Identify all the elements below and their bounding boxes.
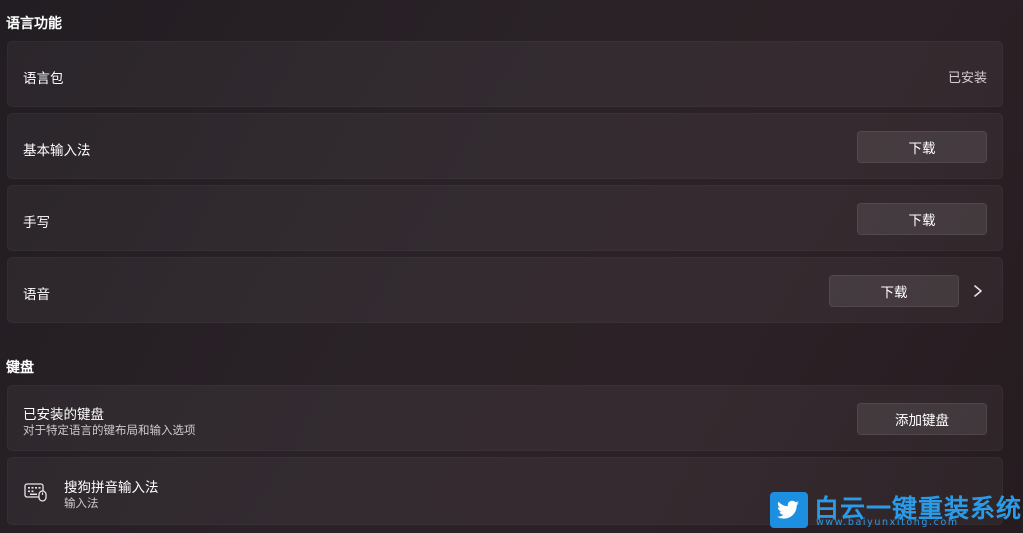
section-title-keyboard: 键盘 xyxy=(6,360,34,376)
language-pack-status: 已安装 xyxy=(947,71,987,86)
speech-label: 语音 xyxy=(23,287,50,303)
watermark: 白云一键重装系统 www.baiyunxitong.com xyxy=(770,489,1021,531)
sogou-type: 输入法 xyxy=(64,496,99,510)
handwriting-label: 手写 xyxy=(23,215,50,231)
language-pack-label: 语言包 xyxy=(23,71,64,87)
twitter-bird-icon xyxy=(770,492,808,528)
handwriting-card: 手写 下载 xyxy=(7,185,1003,251)
sogou-name: 搜狗拼音输入法 xyxy=(64,480,159,496)
keyboard-icon xyxy=(24,483,47,502)
handwriting-download-button[interactable]: 下载 xyxy=(857,203,987,235)
add-keyboard-button[interactable]: 添加键盘 xyxy=(857,403,987,435)
chevron-right-icon[interactable] xyxy=(971,282,985,300)
speech-download-button[interactable]: 下载 xyxy=(829,275,959,307)
basic-input-label: 基本输入法 xyxy=(23,143,91,159)
speech-card[interactable]: 语音 下载 xyxy=(7,257,1003,323)
basic-input-download-button[interactable]: 下载 xyxy=(857,131,987,163)
watermark-url: www.baiyunxitong.com xyxy=(816,517,959,528)
installed-keyboards-label: 已安装的键盘 xyxy=(23,407,104,423)
installed-keyboards-description: 对于特定语言的键布局和输入选项 xyxy=(23,423,196,437)
basic-input-card: 基本输入法 下载 xyxy=(7,113,1003,179)
language-pack-card: 语言包 已安装 xyxy=(7,41,1003,107)
installed-keyboards-card: 已安装的键盘 对于特定语言的键布局和输入选项 添加键盘 xyxy=(7,385,1003,451)
section-title-language-features: 语言功能 xyxy=(6,16,62,32)
